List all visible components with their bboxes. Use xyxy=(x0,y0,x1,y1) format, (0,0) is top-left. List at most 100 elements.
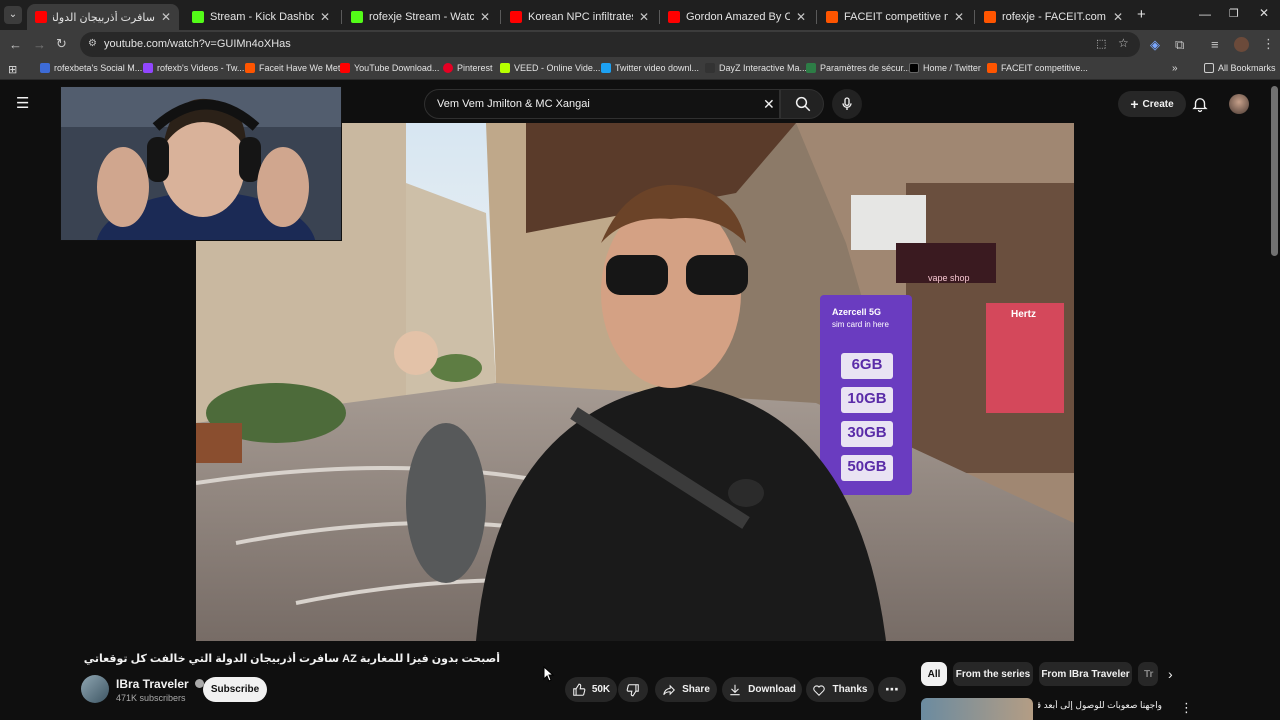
youtube-favicon-icon xyxy=(510,11,522,23)
bookmark-favicon-icon xyxy=(245,63,255,73)
bookmark-favicon-icon xyxy=(705,63,715,73)
user-avatar[interactable] xyxy=(1229,94,1249,114)
x-logo-icon xyxy=(909,63,919,73)
like-button[interactable]: 50K xyxy=(565,677,617,702)
browser-tab-korean-npc[interactable]: Korean NPC infiltrates Sony HQ ✕ xyxy=(502,4,657,30)
profile-avatar-icon[interactable] xyxy=(1234,37,1249,52)
chip-from-the-series[interactable]: From the series xyxy=(953,662,1033,686)
chip-partial[interactable]: Tr xyxy=(1138,662,1158,686)
channel-name[interactable]: IBra Traveler xyxy=(116,677,205,691)
chevron-more-bookmarks-icon[interactable]: » xyxy=(1172,63,1178,74)
browser-tab-faceit-match[interactable]: FACEIT competitive match - FA ✕ xyxy=(818,4,972,30)
search-icon xyxy=(795,96,811,112)
voice-search-button[interactable] xyxy=(832,89,862,119)
bookmark-item[interactable]: FACEIT competitive... xyxy=(987,63,1088,73)
recommended-video-title[interactable]: واجهنا صعوبات للوصول إلى أبعد قرية xyxy=(1038,700,1162,711)
bookmark-favicon-icon xyxy=(500,63,510,73)
puzzle-extensions-icon[interactable]: ⧉ xyxy=(1175,37,1184,53)
search-button[interactable] xyxy=(780,89,824,119)
kick-favicon-icon xyxy=(192,11,204,23)
bookmark-item[interactable]: rofexb's Videos - Tw... xyxy=(143,63,244,73)
browser-tab-gordon[interactable]: Gordon Amazed By Chef Who H ✕ xyxy=(660,4,814,30)
thanks-button[interactable]: Thanks xyxy=(806,677,874,702)
streamer-webcam-feed xyxy=(61,87,341,240)
close-window-icon[interactable]: ✕ xyxy=(1259,6,1269,20)
bookmark-item[interactable]: Home / Twitter xyxy=(909,63,981,73)
tab-separator xyxy=(974,10,975,24)
extension-icon[interactable]: ◈ xyxy=(1150,37,1160,53)
sim-sign-size: 10GB xyxy=(847,390,887,407)
close-tab-icon[interactable]: ✕ xyxy=(320,10,330,24)
new-tab-button[interactable]: + xyxy=(1137,6,1146,23)
tab-separator xyxy=(341,10,342,24)
youtube-favicon-icon xyxy=(35,11,47,23)
bookmark-item[interactable]: rofexbeta's Social M... xyxy=(40,63,142,73)
thumbs-down-icon xyxy=(626,683,639,696)
search-query-text[interactable]: Vem Vem Jmilton & MC Xangai xyxy=(437,98,590,110)
sim-sign-size: 50GB xyxy=(847,458,887,475)
browser-tab-kick-dashboard[interactable]: Stream - Kick Dashboard ✕ xyxy=(184,4,338,30)
create-button[interactable]: + Create xyxy=(1118,91,1186,117)
close-tab-icon[interactable]: ✕ xyxy=(161,10,171,24)
sim-sign-subtitle: sim card in here xyxy=(832,320,889,329)
bookmark-item[interactable]: Faceit Have We Met xyxy=(245,63,340,73)
download-button[interactable]: Download xyxy=(722,677,802,702)
minimize-icon[interactable]: — xyxy=(1199,7,1211,21)
page-scrollbar[interactable] xyxy=(1271,86,1278,256)
restore-icon[interactable]: ❐ xyxy=(1229,7,1239,20)
browser-tab-kick-stream[interactable]: rofexje Stream - Watch Live on ✕ xyxy=(343,4,498,30)
back-arrow-icon[interactable]: ← xyxy=(9,37,22,52)
hamburger-menu-icon[interactable]: ☰ xyxy=(16,94,29,112)
close-tab-icon[interactable]: ✕ xyxy=(1113,10,1123,24)
thumbs-up-icon xyxy=(573,683,586,696)
chip-from-channel[interactable]: From IBra Traveler xyxy=(1039,662,1132,686)
browser-tab-youtube-active[interactable]: سافرت أذربيجان الدولة التي خالف ✕ xyxy=(27,4,179,30)
site-info-icon[interactable]: ⚙ xyxy=(88,38,97,49)
chevron-right-icon[interactable]: › xyxy=(1168,666,1173,682)
faceit-favicon-icon xyxy=(826,11,838,23)
bookmark-item[interactable]: Pinterest xyxy=(443,63,493,73)
microphone-icon xyxy=(842,97,852,110)
share-button[interactable]: Share xyxy=(655,677,717,702)
recommended-more-icon[interactable]: ⋮ xyxy=(1180,700,1193,716)
install-app-icon[interactable]: ⬚ xyxy=(1096,37,1106,50)
sim-sign-size: 6GB xyxy=(851,356,883,373)
forward-arrow-icon[interactable]: → xyxy=(33,37,46,52)
search-input[interactable]: Vem Vem Jmilton & MC Xangai ✕ xyxy=(424,89,780,119)
browser-menu-icon[interactable]: ⋮ xyxy=(1262,36,1275,52)
media-controls-icon[interactable]: ≡ xyxy=(1211,37,1219,52)
share-arrow-icon xyxy=(663,684,676,695)
dislike-button[interactable] xyxy=(618,677,648,702)
clear-search-icon[interactable]: ✕ xyxy=(763,96,775,113)
all-bookmarks-button[interactable]: All Bookmarks xyxy=(1204,63,1276,73)
bookmark-favicon-icon xyxy=(40,63,50,73)
bookmark-item[interactable]: Twitter video downl... xyxy=(601,63,699,73)
youtube-favicon-icon xyxy=(668,11,680,23)
notifications-bell-icon[interactable] xyxy=(1191,95,1209,113)
subscribe-button[interactable]: Subscribe xyxy=(203,677,267,702)
chip-all[interactable]: All xyxy=(921,662,947,686)
bookmark-item[interactable]: DayZ Interactive Ma... xyxy=(705,63,807,73)
browser-tab-faceit-profile[interactable]: rofexje - FACEIT.com ✕ xyxy=(976,4,1131,30)
close-tab-icon[interactable]: ✕ xyxy=(480,10,490,24)
tab-separator xyxy=(500,10,501,24)
bookmark-item[interactable]: VEED - Online Vide... xyxy=(500,63,600,73)
more-actions-button[interactable]: ⋯ xyxy=(878,677,906,702)
close-tab-icon[interactable]: ✕ xyxy=(954,10,964,24)
reload-icon[interactable]: ↻ xyxy=(56,36,67,52)
bookmark-star-icon[interactable]: ☆ xyxy=(1118,36,1129,50)
apps-grid-icon[interactable]: ⊞ xyxy=(8,63,17,76)
tab-search-button[interactable]: ⌄ xyxy=(4,6,22,24)
plus-icon: + xyxy=(1130,96,1139,112)
faceit-favicon-icon xyxy=(984,11,996,23)
address-bar[interactable]: ⚙ youtube.com/watch?v=GUIMn4oXHas ⬚ ☆ xyxy=(80,32,1140,57)
browser-tab-strip: ⌄ سافرت أذربيجان الدولة التي خالف ✕ Stre… xyxy=(0,0,1280,30)
mouse-cursor-icon xyxy=(543,666,555,682)
channel-avatar[interactable] xyxy=(81,675,109,703)
bookmark-item[interactable]: YouTube Download... xyxy=(340,63,439,73)
url-text[interactable]: youtube.com/watch?v=GUIMn4oXHas xyxy=(104,38,291,50)
recommended-video-thumbnail[interactable] xyxy=(921,698,1033,720)
bookmark-item[interactable]: Paramètres de sécur... xyxy=(806,63,911,73)
close-tab-icon[interactable]: ✕ xyxy=(796,10,806,24)
close-tab-icon[interactable]: ✕ xyxy=(639,10,649,24)
